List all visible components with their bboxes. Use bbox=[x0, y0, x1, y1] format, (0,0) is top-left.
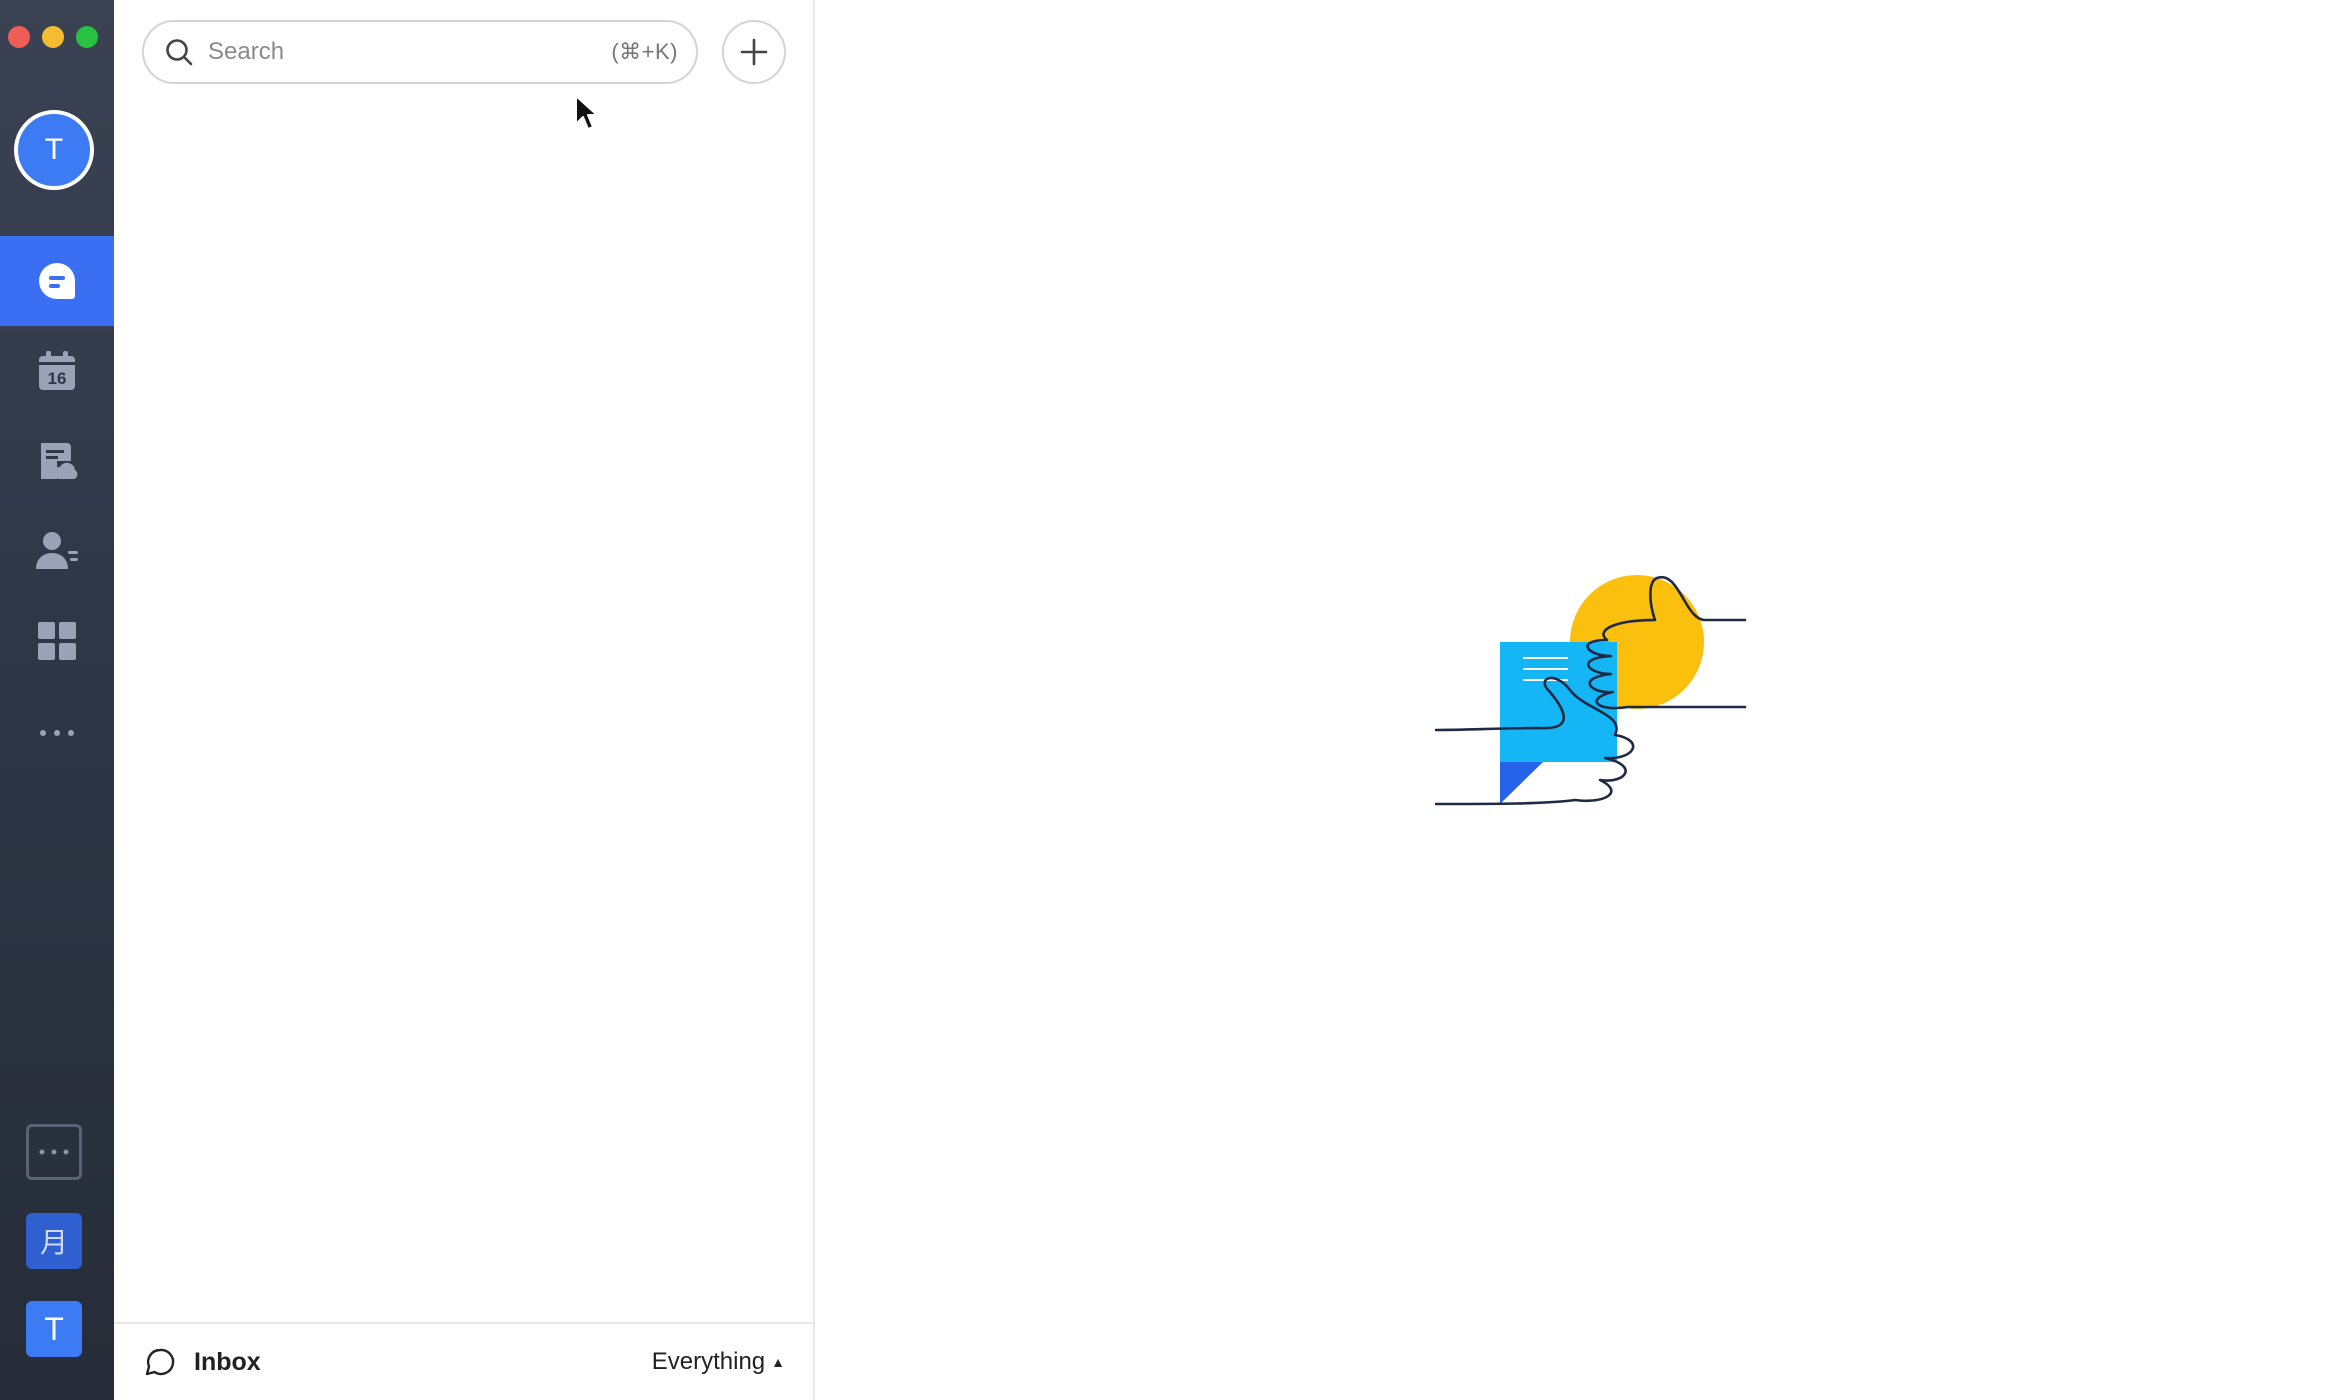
minimize-window-button[interactable] bbox=[42, 26, 64, 48]
search-bar[interactable]: (⌘+K) bbox=[142, 20, 698, 84]
sidebar-item-calendar[interactable]: 16 bbox=[0, 326, 114, 416]
sidebar-item-docs[interactable] bbox=[0, 416, 114, 506]
filter-label: Everything bbox=[651, 1348, 766, 1375]
caret-up-icon: ▲ bbox=[771, 1354, 785, 1370]
close-window-button[interactable] bbox=[8, 26, 30, 48]
workspace-moon-button[interactable]: 月 bbox=[26, 1213, 82, 1269]
inbox-selector[interactable]: Inbox bbox=[144, 1346, 261, 1378]
filter-dropdown[interactable]: Everything ▲ bbox=[652, 1348, 785, 1376]
calendar-date: 16 bbox=[48, 369, 67, 388]
cloud-document-icon bbox=[41, 443, 78, 479]
left-rail: T 16 月 T bbox=[0, 0, 114, 1400]
plus-icon bbox=[740, 38, 768, 66]
apps-grid-icon bbox=[38, 622, 76, 660]
chat-outline-icon bbox=[145, 1348, 175, 1376]
search-icon bbox=[166, 39, 193, 66]
mouse-cursor-icon bbox=[575, 95, 598, 130]
list-footer: Inbox Everything ▲ bbox=[114, 1322, 813, 1400]
user-avatar[interactable]: T bbox=[14, 110, 94, 190]
chat-bubble-icon bbox=[39, 263, 75, 299]
sidebar-item-workplace[interactable] bbox=[0, 596, 114, 686]
app-window: T 16 月 T Search (⌘+K) Inbox Everything ▲ bbox=[0, 0, 2344, 1400]
main-content-area bbox=[815, 0, 2344, 1400]
window-controls bbox=[8, 26, 98, 48]
empty-state-illustration bbox=[1435, 575, 1747, 806]
calendar-icon: 16 bbox=[39, 351, 75, 390]
sidebar-item-messages[interactable] bbox=[0, 236, 114, 326]
search-shortcut-hint: (⌘+K) bbox=[611, 39, 678, 64]
contacts-icon bbox=[36, 532, 78, 569]
more-dots-icon bbox=[40, 730, 74, 736]
workspace-more-button[interactable] bbox=[26, 1124, 82, 1180]
sidebar-item-contacts[interactable] bbox=[0, 506, 114, 596]
inbox-label: Inbox bbox=[194, 1347, 261, 1376]
search-input[interactable] bbox=[208, 38, 612, 66]
workspace-t-button[interactable]: T bbox=[26, 1301, 82, 1357]
chat-list-panel: (⌘+K) Inbox Everything ▲ bbox=[114, 0, 815, 1400]
sidebar-item-more[interactable] bbox=[0, 688, 114, 778]
zoom-window-button[interactable] bbox=[76, 26, 98, 48]
add-button[interactable] bbox=[722, 20, 786, 84]
more-dots-icon bbox=[39, 1149, 69, 1155]
